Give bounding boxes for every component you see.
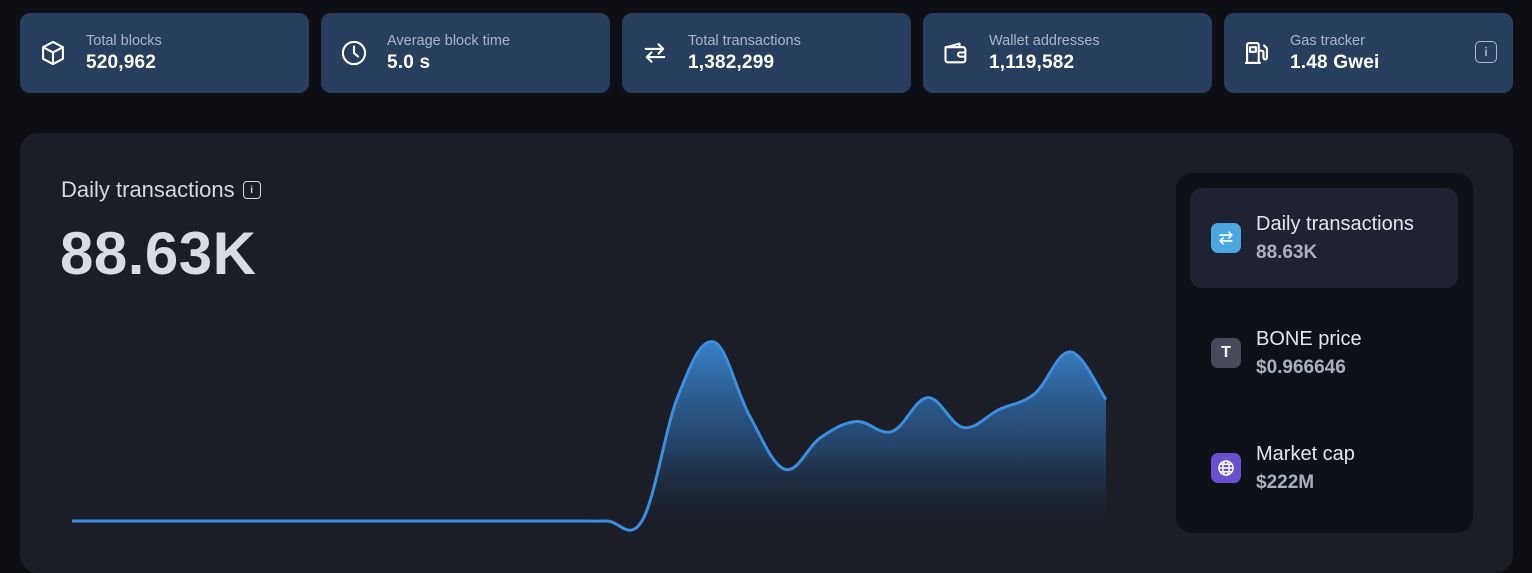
stat-card-total-blocks: Total blocks 520,962 [20,13,309,93]
metric-value: $222M [1256,471,1315,493]
token-letter: T [1221,344,1231,361]
chart-point-20[interactable] [779,463,791,475]
chart-area-fill [72,341,1106,533]
chart-point-25[interactable] [957,421,969,433]
metric-label: Daily transactions [1256,212,1414,235]
chart-point-5[interactable] [244,515,256,527]
chart-point-28[interactable] [1064,346,1076,358]
stat-card-total-transactions: Total transactions 1,382,299 [622,13,911,93]
metric-daily-transactions[interactable]: Daily transactions 88.63K [1190,188,1458,288]
chart-point-24[interactable] [922,392,934,404]
stat-label: Average block time [387,32,511,49]
stat-value: 520,962 [86,51,157,73]
stat-card-average-block-time: Average block time 5.0 s [321,13,610,93]
stat-card-wallet-addresses: Wallet addresses 1,119,582 [923,13,1212,93]
metric-selector: Daily transactions 88.63K T BONE price $… [1176,173,1473,533]
chart-point-16[interactable] [636,514,648,526]
chart-title-text: Daily transactions [61,177,235,202]
chart-point-6[interactable] [280,515,292,527]
chart-point-11[interactable] [458,515,470,527]
chart-point-7[interactable] [316,515,328,527]
chart-point-15[interactable] [601,515,613,527]
chart-point-10[interactable] [423,515,435,527]
stat-value: 1,119,582 [989,51,1075,73]
info-icon[interactable]: i [242,181,261,199]
chart-point-27[interactable] [1029,388,1041,400]
chart-title: Daily transactions i [61,177,261,203]
chart-point-18[interactable] [708,336,720,348]
stat-value: 5.0 s [387,51,431,73]
transfer-arrows-icon [1211,223,1241,253]
stat-value: 1,382,299 [688,51,775,73]
chart-point-8[interactable] [351,515,363,527]
chart-point-23[interactable] [886,425,898,437]
stats-row: Total blocks 520,962 Average block time … [20,13,1513,93]
transfer-arrows-icon [640,38,670,68]
stat-label: Wallet addresses [989,32,1100,49]
stat-value: 1.48 Gwei [1290,51,1380,73]
wallet-icon [941,38,971,68]
metric-value: $0.966646 [1256,356,1346,378]
stat-card-gas-tracker: Gas tracker 1.48 Gwei i [1224,13,1513,93]
bone-token-icon: T [1211,338,1241,368]
chart-point-4[interactable] [209,515,221,527]
daily-transactions-panel: Daily transactions i 88.63K Daily transa… [20,133,1513,573]
chart-point-29[interactable] [1100,394,1112,406]
stat-label: Gas tracker [1290,32,1365,49]
chart-point-3[interactable] [173,515,185,527]
info-icon: i [1484,45,1488,59]
stat-label: Total transactions [688,32,801,49]
chart-point-26[interactable] [993,404,1005,416]
stat-label: Total blocks [86,32,162,49]
chart-point-0[interactable] [66,515,78,527]
chart-point-14[interactable] [565,515,577,527]
cube-icon [38,38,68,68]
chart-point-21[interactable] [815,431,827,443]
chart-point-22[interactable] [850,416,862,428]
chart-point-9[interactable] [387,515,399,527]
clock-icon [339,38,369,68]
chart-point-12[interactable] [494,515,506,527]
metric-bone-price[interactable]: T BONE price $0.966646 [1190,303,1458,403]
chart-point-1[interactable] [102,515,114,527]
metric-label: Market cap [1256,442,1355,465]
daily-transactions-chart [72,336,1112,533]
gas-tracker-info-button[interactable]: i [1475,41,1497,63]
chart-point-17[interactable] [672,390,684,402]
chart-current-value: 88.63K [60,220,257,287]
chart-point-13[interactable] [530,515,542,527]
metric-label: BONE price [1256,327,1362,350]
chart-point-2[interactable] [137,515,149,527]
globe-icon [1211,453,1241,483]
gas-pump-icon [1242,38,1272,68]
metric-market-cap[interactable]: Market cap $222M [1190,418,1458,518]
chart-point-19[interactable] [743,410,755,422]
metric-value: 88.63K [1256,241,1318,263]
